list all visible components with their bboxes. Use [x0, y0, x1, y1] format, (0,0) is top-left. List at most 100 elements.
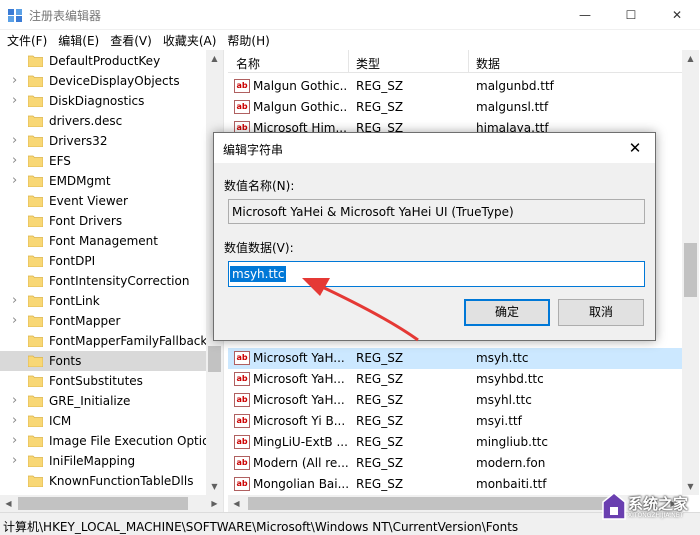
scroll-thumb[interactable] [18, 497, 188, 510]
menu-file[interactable]: 文件(F) [2, 30, 53, 50]
cancel-button[interactable]: 取消 [558, 299, 644, 326]
column-header-type[interactable]: 类型 [356, 55, 380, 72]
menu-help[interactable]: 帮助(H) [222, 30, 275, 50]
value-type: REG_SZ [356, 393, 404, 407]
chevron-right-icon[interactable]: › [12, 394, 22, 407]
scroll-down-icon[interactable]: ▼ [206, 478, 223, 495]
list-row[interactable]: ab Microsoft Yi B... REG_SZ msyi.ttf [228, 411, 682, 432]
tree-item[interactable]: FontIntensityCorrection [0, 271, 207, 291]
tree-item[interactable]: FontMapperFamilyFallback [0, 331, 207, 351]
tree-item[interactable]: › Drivers32 [0, 131, 207, 151]
chevron-right-icon[interactable]: › [12, 314, 22, 327]
list-row[interactable]: ab MingLiU-ExtB ... REG_SZ mingliub.ttc [228, 432, 682, 453]
string-value-icon: ab [234, 477, 250, 491]
tree-item-label: GRE_Initialize [49, 394, 131, 408]
scroll-right-icon[interactable]: ▶ [206, 495, 223, 512]
tree-item-label: Drivers32 [49, 134, 108, 148]
tree-item-label: KnownFunctionTableDlls [49, 474, 194, 488]
chevron-right-icon[interactable]: › [12, 434, 22, 447]
tree-item[interactable]: › ICM [0, 411, 207, 431]
tree-item[interactable]: Font Drivers [0, 211, 207, 231]
menu-favorites[interactable]: 收藏夹(A) [158, 30, 223, 50]
chevron-right-icon[interactable]: › [12, 154, 22, 167]
list-row[interactable]: ab Microsoft YaH... REG_SZ msyhbd.ttc [228, 369, 682, 390]
maximize-button[interactable]: ☐ [608, 0, 654, 30]
tree-item[interactable]: › FontLink [0, 291, 207, 311]
scroll-up-icon[interactable]: ▲ [682, 50, 699, 67]
close-button[interactable]: ✕ [654, 0, 700, 30]
value-name-text: Microsoft YaHei & Microsoft YaHei UI (Tr… [232, 205, 514, 219]
scroll-thumb[interactable] [684, 243, 697, 297]
value-data: malgunbd.ttf [476, 79, 554, 93]
tree-item[interactable]: › EMDMgmt [0, 171, 207, 191]
value-data-input[interactable]: msyh.ttc [228, 261, 645, 287]
edit-string-dialog: 编辑字符串 ✕ 数值名称(N): Microsoft YaHei & Micro… [213, 132, 656, 341]
list-row[interactable]: ab Microsoft YaH... REG_SZ msyhl.ttc [228, 390, 682, 411]
tree-item[interactable]: Fonts [0, 351, 207, 371]
tree-item[interactable]: FontSubstitutes [0, 371, 207, 391]
minimize-icon: — [579, 8, 591, 22]
value-data-label: 数值数据(V): [224, 241, 294, 255]
list-row[interactable]: ab Microsoft YaH... REG_SZ msyh.ttc [228, 348, 682, 369]
ok-button[interactable]: 确定 [464, 299, 550, 326]
tree-item[interactable]: KnownFunctionTableDlls [0, 471, 207, 491]
tree-item[interactable]: › Image File Execution Optio [0, 431, 210, 451]
list-vertical-scrollbar[interactable]: ▲ ▼ [682, 50, 699, 495]
folder-icon [28, 435, 43, 447]
tree-item[interactable]: › EFS [0, 151, 207, 171]
scroll-thumb[interactable] [208, 346, 221, 372]
tree-item[interactable]: DefaultProductKey [0, 51, 207, 71]
chevron-right-icon[interactable]: › [12, 74, 22, 87]
tree-item-label: EFS [49, 154, 71, 168]
folder-icon [28, 75, 43, 87]
value-data: mingliub.ttc [476, 435, 548, 449]
list-row[interactable]: ab Malgun Gothic... REG_SZ malgunsl.ttf [228, 97, 682, 118]
tree-item[interactable]: Event Viewer [0, 191, 207, 211]
folder-icon [28, 375, 43, 387]
list-row[interactable]: ab Malgun Gothic... REG_SZ malgunbd.ttf [228, 76, 682, 97]
list-row[interactable]: ab Modern (All re... REG_SZ modern.fon [228, 453, 682, 474]
tree-item[interactable]: › DeviceDisplayObjects [0, 71, 207, 91]
value-type: REG_SZ [356, 435, 404, 449]
tree-item[interactable]: › DiskDiagnostics [0, 91, 207, 111]
tree-item-label: Image File Execution Optio [49, 434, 210, 448]
scroll-thumb[interactable] [248, 497, 618, 510]
value-name: Malgun Gothic... [253, 79, 348, 93]
scroll-left-icon[interactable]: ◀ [0, 495, 17, 512]
minimize-button[interactable]: — [562, 0, 608, 30]
menu-edit[interactable]: 编辑(E) [53, 30, 105, 50]
tree-item-label: ICM [49, 414, 72, 428]
tree-item[interactable]: drivers.desc [0, 111, 207, 131]
folder-icon [28, 95, 43, 107]
dialog-title-bar: 编辑字符串 ✕ [214, 133, 655, 163]
scroll-up-icon[interactable]: ▲ [206, 50, 223, 67]
tree-item[interactable]: › GRE_Initialize [0, 391, 207, 411]
chevron-right-icon[interactable]: › [12, 134, 22, 147]
chevron-right-icon[interactable]: › [12, 174, 22, 187]
column-header-name[interactable]: 名称 [236, 55, 260, 72]
scroll-left-icon[interactable]: ◀ [228, 495, 245, 512]
close-icon: ✕ [671, 8, 683, 22]
tree-item[interactable]: FontDPI [0, 251, 207, 271]
chevron-right-icon[interactable]: › [12, 294, 22, 307]
column-divider[interactable] [468, 50, 469, 73]
column-header-data[interactable]: 数据 [476, 55, 500, 72]
value-data-selected-text: msyh.ttc [230, 266, 287, 282]
value-data: msyi.ttf [476, 414, 522, 428]
value-name: Microsoft YaH... [253, 351, 345, 365]
dialog-title: 编辑字符串 [223, 143, 284, 157]
tree-item[interactable]: › FontMapper [0, 311, 207, 331]
chevron-right-icon[interactable]: › [12, 454, 22, 467]
tree-item[interactable]: Font Management [0, 231, 207, 251]
dialog-close-button[interactable]: ✕ [624, 138, 646, 158]
menu-view[interactable]: 查看(V) [105, 30, 158, 50]
tree-horizontal-scrollbar[interactable]: ◀ ▶ [0, 495, 223, 512]
value-name: MingLiU-ExtB ... [253, 435, 348, 449]
chevron-right-icon[interactable]: › [12, 414, 22, 427]
tree-item-label: DeviceDisplayObjects [49, 74, 180, 88]
string-value-icon: ab [234, 435, 250, 449]
column-divider[interactable] [348, 50, 349, 73]
tree-item[interactable]: › IniFileMapping [0, 451, 207, 471]
tree-item-label: DiskDiagnostics [49, 94, 145, 108]
chevron-right-icon[interactable]: › [12, 94, 22, 107]
